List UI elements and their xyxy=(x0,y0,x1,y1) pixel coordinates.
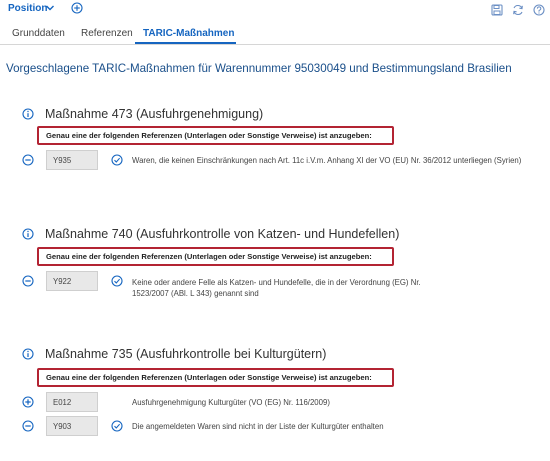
measure-title: Maßnahme 735 (Ausfuhrkontrolle bei Kultu… xyxy=(45,347,327,361)
refresh-icon[interactable] xyxy=(512,4,524,16)
info-icon[interactable] xyxy=(22,108,34,120)
tab-taric-massnahmen[interactable]: TARIC-Maßnahmen xyxy=(143,28,234,39)
help-icon[interactable] xyxy=(533,4,545,16)
position-menu-label[interactable]: Position xyxy=(8,3,47,14)
check-circle-icon xyxy=(111,420,123,432)
check-circle-icon xyxy=(111,154,123,166)
active-tab-indicator xyxy=(135,42,236,44)
measure-title: Maßnahme 473 (Ausfuhrgenehmigung) xyxy=(45,107,264,121)
measure-title: Maßnahme 740 (Ausfuhrkontrolle von Katze… xyxy=(45,227,400,241)
tab-grunddaten[interactable]: Grunddaten xyxy=(12,28,65,39)
top-toolbar: Position xyxy=(0,0,550,20)
reference-description: Die angemeldeten Waren sind nicht in der… xyxy=(132,422,384,431)
reference-code-field[interactable]: Y922 xyxy=(46,271,98,291)
remove-reference-icon[interactable] xyxy=(22,275,34,287)
remove-reference-icon[interactable] xyxy=(22,420,34,432)
add-reference-icon[interactable] xyxy=(22,396,34,408)
tab-bar: Grunddaten Referenzen TARIC-Maßnahmen xyxy=(0,24,550,45)
save-icon[interactable] xyxy=(491,4,503,16)
chevron-down-icon[interactable] xyxy=(45,3,55,13)
page-title: Vorgeschlagene TARIC-Maßnahmen für Waren… xyxy=(6,62,512,75)
reference-description: Ausfuhrgenehmigung Kulturgüter (VO (EG) … xyxy=(132,398,330,407)
check-circle-icon xyxy=(111,275,123,287)
remove-reference-icon[interactable] xyxy=(22,154,34,166)
tab-referenzen[interactable]: Referenzen xyxy=(81,28,133,39)
reference-code-field[interactable]: E012 xyxy=(46,392,98,412)
reference-code-field[interactable]: Y935 xyxy=(46,150,98,170)
reference-description: Waren, die keinen Einschränkungen nach A… xyxy=(132,156,522,165)
info-icon[interactable] xyxy=(22,228,34,240)
reference-description: Keine oder andere Felle als Katzen- und … xyxy=(132,278,421,298)
info-icon[interactable] xyxy=(22,348,34,360)
reference-code-field[interactable]: Y903 xyxy=(46,416,98,436)
requirement-text: Genau eine der folgenden Referenzen (Unt… xyxy=(46,131,372,140)
plus-circle-icon[interactable] xyxy=(71,2,83,14)
requirement-text: Genau eine der folgenden Referenzen (Unt… xyxy=(46,373,372,382)
requirement-text: Genau eine der folgenden Referenzen (Unt… xyxy=(46,252,372,261)
